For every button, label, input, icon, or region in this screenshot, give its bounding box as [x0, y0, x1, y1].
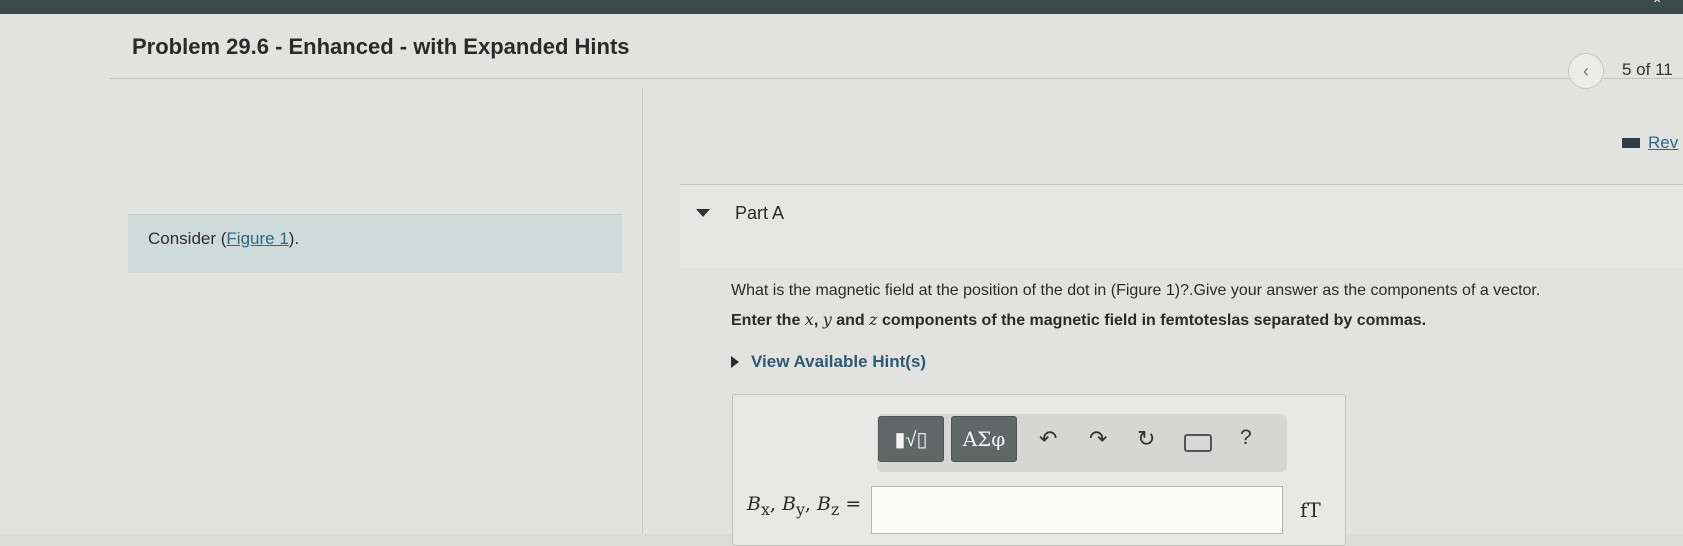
figure-1-link[interactable]: Figure 1 — [226, 229, 288, 248]
greek-symbols-button[interactable]: ΑΣφ — [951, 416, 1017, 462]
title-divider — [110, 78, 1683, 79]
instruction-text: Enter the x, y and z components of the m… — [731, 310, 1426, 330]
column-divider — [642, 88, 643, 534]
math-y: y — [822, 310, 832, 329]
instruction-part: components of the magnetic field in femt… — [877, 312, 1427, 329]
instruction-part: and — [831, 312, 870, 329]
answer-label: Bx, By, Bz = — [747, 493, 862, 519]
consider-suffix: ). — [288, 229, 300, 248]
undo-icon[interactable]: ↶ — [1039, 426, 1057, 452]
window-control-icon[interactable]: ⌃ — [1651, 0, 1663, 13]
consider-prefix: Consider ( — [148, 229, 227, 248]
reset-icon[interactable]: ↻ — [1137, 426, 1155, 452]
redo-icon[interactable]: ↷ — [1089, 426, 1107, 452]
window-top-bar: ⌃ — [0, 0, 1683, 14]
instruction-part: Enter the — [731, 312, 805, 329]
expand-triangle-icon — [731, 356, 739, 368]
math-z: z — [869, 310, 878, 329]
question-text: What is the magnetic field at the positi… — [731, 282, 1541, 299]
math-x: x — [804, 310, 814, 329]
instruction-part: , — [813, 312, 823, 329]
keyboard-icon[interactable] — [1184, 434, 1212, 452]
consider-text: Consider (Figure 1). — [148, 229, 299, 249]
previous-problem-button[interactable]: ‹ — [1568, 53, 1604, 89]
view-hints-label: View Available Hint(s) — [751, 352, 927, 371]
help-button[interactable]: ? — [1240, 426, 1252, 450]
review-link-label: Rev — [1648, 133, 1679, 152]
part-a-header[interactable] — [680, 185, 1683, 268]
collapse-triangle-icon[interactable] — [696, 209, 710, 217]
answer-input[interactable] — [871, 486, 1283, 534]
page-title: Problem 29.6 - Enhanced - with Expanded … — [132, 34, 630, 59]
view-hints-toggle[interactable]: View Available Hint(s) — [731, 352, 926, 372]
problem-counter: 5 of 11 — [1622, 60, 1673, 79]
review-link[interactable]: Rev — [1622, 133, 1678, 153]
chevron-left-icon: ‹ — [1583, 60, 1589, 81]
book-icon — [1622, 138, 1640, 148]
unit-label: fT — [1300, 498, 1321, 522]
templates-button[interactable]: ▮√▯ — [878, 416, 944, 462]
part-a-label: Part A — [735, 203, 785, 223]
